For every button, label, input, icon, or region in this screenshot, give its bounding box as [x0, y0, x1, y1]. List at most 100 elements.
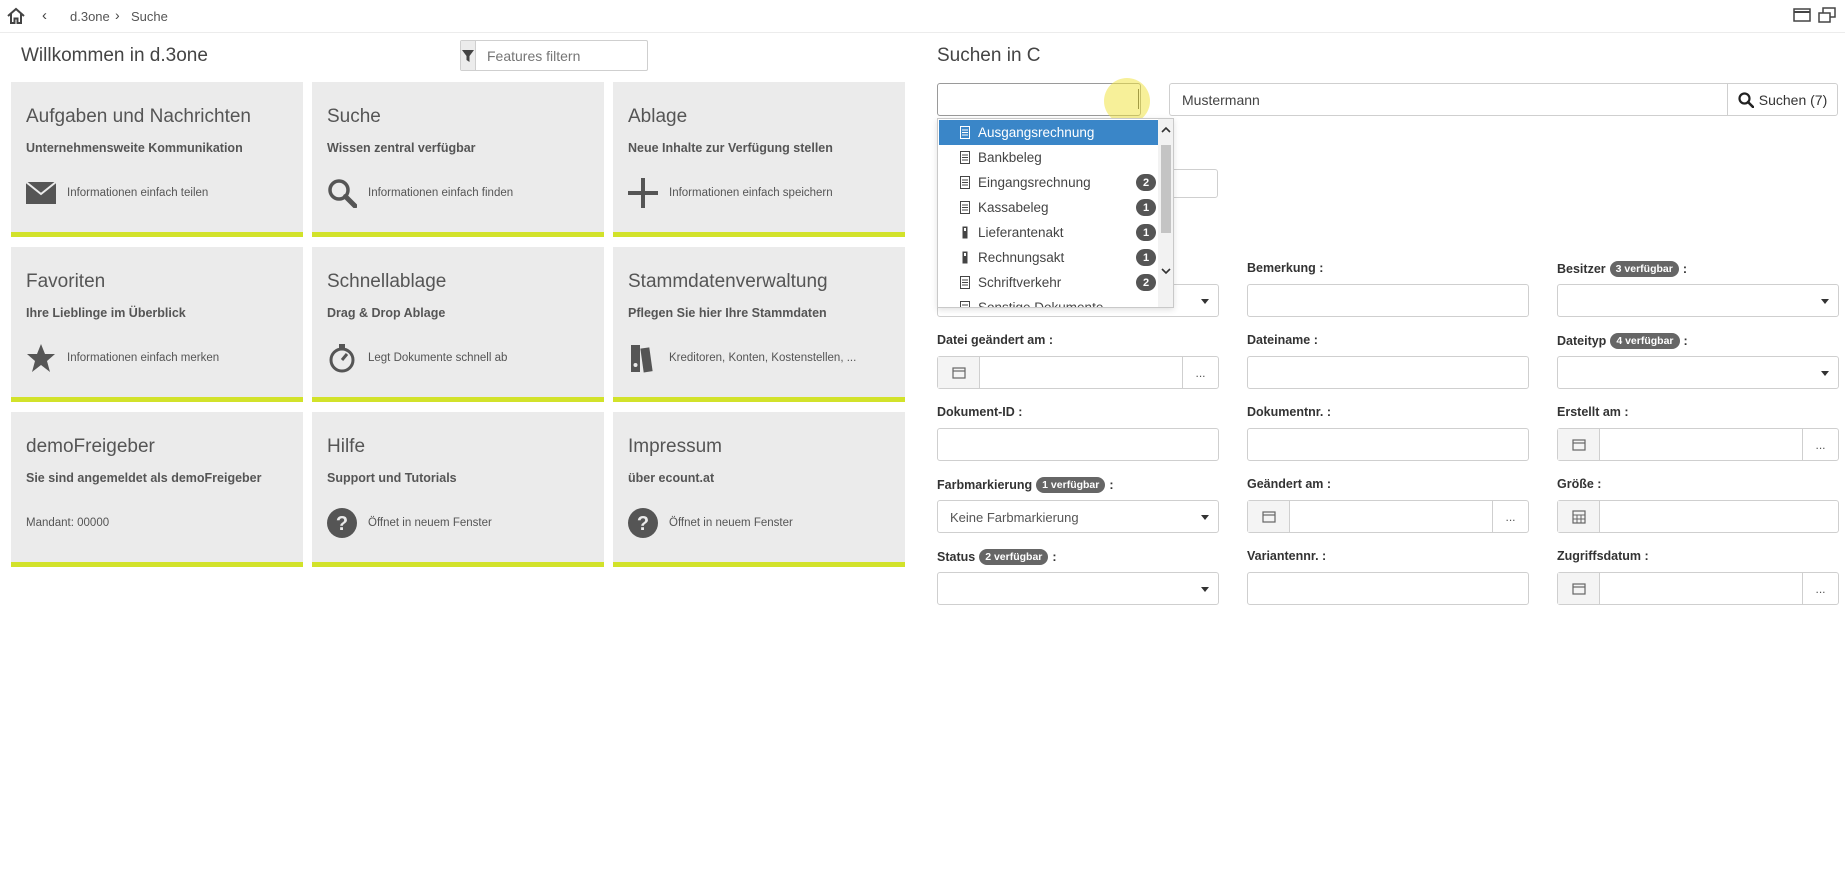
tile-subtitle: Pflegen Sie hier Ihre Stammdaten — [628, 306, 827, 320]
dropdown-item[interactable]: Kassabeleg 1 — [939, 195, 1158, 220]
groesse-input[interactable] — [1557, 500, 1839, 533]
window-maximize-icon[interactable] — [1793, 7, 1811, 23]
filter-button[interactable] — [461, 41, 476, 70]
question-icon: ? — [326, 507, 358, 539]
chevron-left-icon[interactable]: ‹ — [42, 7, 47, 24]
count-badge: 1 — [1136, 199, 1156, 216]
dokument-id-input[interactable] — [937, 428, 1219, 461]
page-title: Willkommen in d.3one — [21, 45, 208, 66]
tile-title: demoFreigeber — [26, 436, 155, 457]
scrollbar-thumb[interactable] — [1161, 145, 1171, 233]
home-icon[interactable] — [5, 5, 27, 27]
erstellt-input[interactable]: ... — [1557, 428, 1839, 461]
dropdown-scrollbar[interactable] — [1158, 119, 1173, 307]
filter-icon — [462, 49, 474, 62]
search-title: Suchen in C — [937, 45, 1041, 66]
availability-badge: 3 verfügbar — [1609, 261, 1679, 277]
more-button[interactable]: ... — [1802, 429, 1838, 460]
variantennr-input[interactable] — [1247, 572, 1529, 605]
feature-tiles: Aufgaben und Nachrichten Unternehmenswei… — [11, 82, 905, 568]
dropdown-item[interactable]: Rechnungsakt 1 — [939, 245, 1158, 270]
chevron-up-icon[interactable] — [1158, 121, 1173, 137]
chevron-down-icon[interactable] — [1158, 263, 1173, 279]
label-text: Status — [937, 550, 976, 564]
binders-icon — [627, 342, 659, 374]
dropdown-item[interactable]: Lieferantenakt 1 — [939, 220, 1158, 245]
dropdown-item[interactable]: Bankbeleg — [939, 145, 1158, 170]
availability-badge: 2 verfügbar — [979, 549, 1049, 565]
document-icon — [960, 201, 970, 214]
farbmarkierung-value: Keine Farbmarkierung — [950, 510, 1079, 525]
chevron-down-icon — [1821, 299, 1829, 304]
star-icon — [25, 342, 57, 374]
dropdown-item-label: Kassabeleg — [978, 200, 1049, 215]
search-input[interactable] — [1169, 83, 1727, 116]
status-select[interactable] — [937, 572, 1219, 605]
dateiname-input[interactable] — [1247, 356, 1529, 389]
tile-title: Schnellablage — [327, 271, 447, 292]
question-icon: ? — [627, 507, 659, 539]
tile-title: Favoriten — [26, 271, 106, 292]
farbmarkierung-select[interactable]: Keine Farbmarkierung — [937, 500, 1219, 533]
tile-demofreigeber[interactable]: demoFreigeber Sie sind angemeldet als de… — [11, 412, 303, 567]
hidden-field[interactable] — [1170, 169, 1218, 198]
label-colon: : — [1109, 478, 1114, 492]
tile-stammdaten[interactable]: Stammdatenverwaltung Pflegen Sie hier Ih… — [613, 247, 905, 402]
besitzer-select[interactable] — [1557, 284, 1839, 317]
breadcrumb-item-suche: Suche — [131, 9, 168, 24]
tile-hilfe[interactable]: Hilfe Support und Tutorials ? Öffnet in … — [312, 412, 604, 567]
tile-title: Hilfe — [327, 436, 366, 457]
feature-filter — [460, 40, 668, 71]
dokumentnr-input[interactable] — [1247, 428, 1529, 461]
feature-filter-input[interactable] — [476, 41, 668, 70]
window-restore-icon[interactable] — [1818, 7, 1836, 23]
dropdown-item-label: Eingangsrechnung — [978, 175, 1091, 190]
tile-subtitle: Support und Tutorials — [327, 471, 457, 485]
dropdown-item[interactable]: Eingangsrechnung 2 — [939, 170, 1158, 195]
calculator-icon[interactable] — [1558, 501, 1600, 532]
zugriffsdatum-input[interactable]: ... — [1557, 572, 1839, 605]
label-bemerkung: Bemerkung : — [1247, 261, 1324, 275]
dropdown-item[interactable]: Ausgangsrechnung — [939, 120, 1158, 145]
dropdown-item[interactable]: Sonstige Dokumente — [939, 295, 1158, 307]
calendar-icon[interactable] — [1248, 501, 1290, 532]
more-button[interactable]: ... — [1802, 573, 1838, 604]
tile-suche[interactable]: Suche Wissen zentral verfügbar Informati… — [312, 82, 604, 237]
tile-ablage[interactable]: Ablage Neue Inhalte zur Verfügung stelle… — [613, 82, 905, 237]
label-colon: : — [1683, 334, 1688, 348]
availability-badge: 4 verfügbar — [1610, 333, 1680, 349]
dropdown-item-label: Rechnungsakt — [978, 250, 1065, 265]
tile-schnellablage[interactable]: Schnellablage Drag & Drop Ablage Legt Do… — [312, 247, 604, 402]
label-erstellt: Erstellt am : — [1557, 405, 1629, 419]
more-button[interactable]: ... — [1182, 357, 1218, 388]
dropdown-item-label: Lieferantenakt — [978, 225, 1064, 240]
tile-impressum[interactable]: Impressum über ecount.at ? Öffnet in neu… — [613, 412, 905, 567]
bemerkung-input[interactable] — [1247, 284, 1529, 317]
tile-footer: Öffnet in neuem Fenster — [368, 517, 492, 529]
tile-aufgaben[interactable]: Aufgaben und Nachrichten Unternehmenswei… — [11, 82, 303, 237]
calendar-icon[interactable] — [1558, 429, 1600, 460]
breadcrumb-item-d3one[interactable]: d.3one — [70, 9, 110, 24]
label-dateiname: Dateiname : — [1247, 333, 1318, 347]
dateityp-select[interactable] — [1557, 356, 1839, 389]
geaendert-input[interactable]: ... — [1247, 500, 1529, 533]
count-badge: 2 — [1136, 274, 1156, 291]
search-button-label: Suchen (7) — [1758, 91, 1828, 108]
tile-subtitle: Unternehmensweite Kommunikation — [26, 141, 243, 155]
more-button[interactable]: ... — [1492, 501, 1528, 532]
tile-title: Impressum — [628, 436, 722, 457]
tile-favoriten[interactable]: Favoriten Ihre Lieblinge im Überblick In… — [11, 247, 303, 402]
tile-footer: Informationen einfach finden — [368, 187, 514, 199]
document-icon — [960, 276, 970, 289]
tile-title: Ablage — [628, 106, 688, 127]
datei-geaendert-input[interactable]: ... — [937, 356, 1219, 389]
label-zugriffsdatum: Zugriffsdatum : — [1557, 549, 1649, 563]
calendar-icon[interactable] — [938, 357, 980, 388]
calendar-icon[interactable] — [1558, 573, 1600, 604]
dropdown-item[interactable]: Schriftverkehr 2 — [939, 270, 1158, 295]
tile-footer: Legt Dokumente schnell ab — [368, 352, 508, 364]
svg-text:?: ? — [637, 513, 649, 535]
search-button[interactable]: Suchen (7) — [1727, 83, 1838, 116]
label-groesse: Größe : — [1557, 477, 1602, 491]
tile-footer: Mandant: 00000 — [26, 517, 110, 529]
